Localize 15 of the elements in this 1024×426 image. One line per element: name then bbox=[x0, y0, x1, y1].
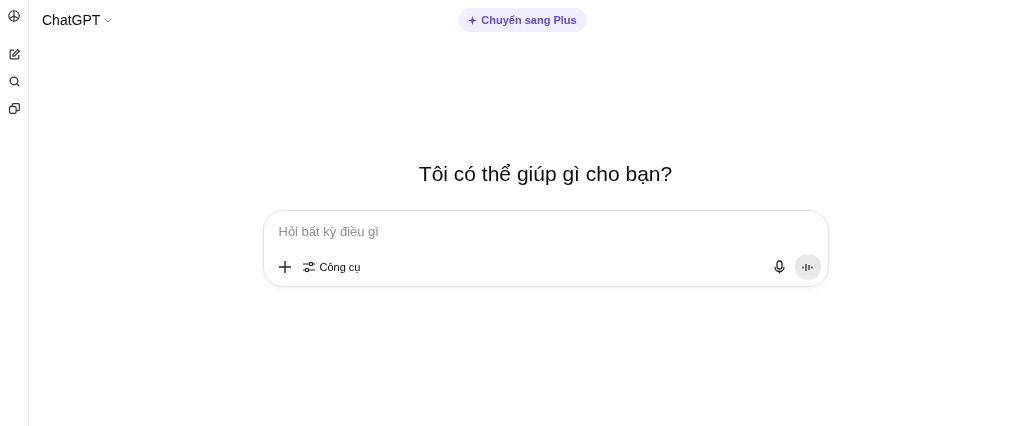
greeting-heading: Tôi có thể giúp gì cho bạn? bbox=[418, 162, 673, 186]
search-icon[interactable] bbox=[7, 75, 21, 88]
microphone-icon[interactable] bbox=[773, 260, 785, 274]
sparkle-icon bbox=[468, 15, 478, 25]
plus-icon[interactable] bbox=[278, 261, 291, 273]
logo-icon[interactable] bbox=[7, 9, 21, 23]
waveform-icon bbox=[802, 262, 813, 272]
tools-button[interactable]: Công cụ bbox=[300, 259, 363, 275]
chevron-down-icon bbox=[104, 17, 113, 23]
edit-icon[interactable] bbox=[7, 48, 21, 61]
upgrade-button[interactable]: Chuyển sang Plus bbox=[458, 8, 587, 32]
model-selector[interactable]: ChatGPT bbox=[42, 12, 113, 28]
sliders-icon bbox=[302, 261, 315, 273]
library-icon[interactable] bbox=[7, 102, 21, 115]
voice-mode-button[interactable] bbox=[794, 254, 821, 280]
